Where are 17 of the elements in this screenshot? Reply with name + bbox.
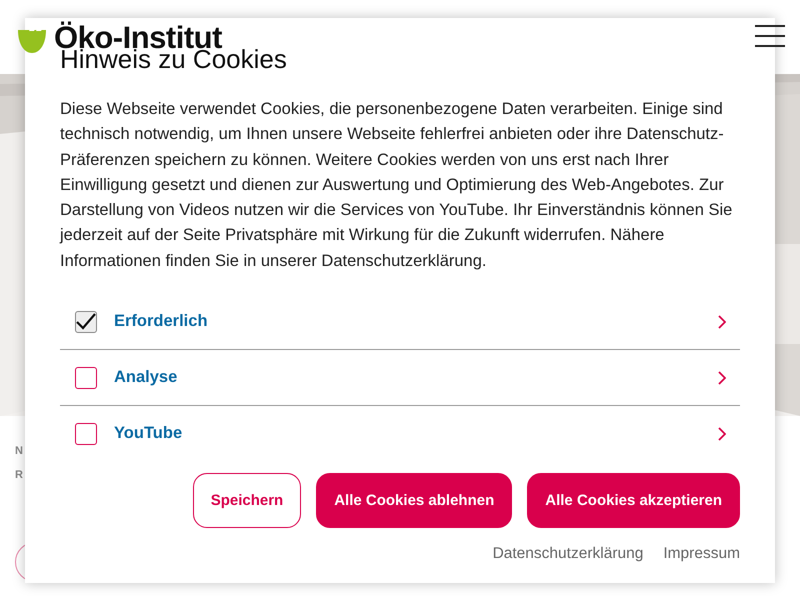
cookie-notice-text: Diese Webseite verwendet Cookies, die personenbezogene Daten verarbeiten. Einige sind technisch notwendig, um Ihnen unsere Webseite fehlerfrei anbieten oder ihre Datenschutz-Präferenzen speichern zu können. Weitere Cookies werden von uns erst nach Ihrer Einwilligung gesetzt und dienen zur Auswertung und Optimierung des Web-Angebotes. Zur Darstellung von Videos nutzen wir die Services von YouTube. Ihr Einverständnis können Sie jederzeit auf der Seite Privatsphäre mit Wirkung für die Zukunft widerrufen. Nähere Informationen finden Sie in unserer Datenschutzerklärung.	[60, 99, 734, 272]
cookie-button[interactable]: Speichern	[192, 473, 302, 528]
cookie-button[interactable]: Alle Cookies akzeptieren	[527, 473, 740, 528]
checkbox[interactable]	[75, 422, 97, 445]
checkmark-icon	[76, 312, 96, 331]
category-label[interactable]: Analyse	[114, 368, 718, 388]
chevron-right-icon[interactable]	[718, 314, 726, 329]
footer-link[interactable]: Impressum	[663, 545, 740, 564]
menu-icon[interactable]	[755, 24, 785, 48]
footer-link[interactable]: Datenschutzerklärung	[492, 545, 644, 564]
category-label[interactable]: YouTube	[114, 424, 718, 444]
heading-fragment: R	[15, 469, 23, 481]
chevron-right-icon[interactable]	[718, 426, 726, 441]
heading-fragment: N	[15, 445, 23, 457]
chevron-right-icon[interactable]	[718, 370, 726, 385]
cookie-button[interactable]: Alle Cookies ablehnen	[316, 473, 512, 528]
checkbox[interactable]	[75, 366, 97, 389]
